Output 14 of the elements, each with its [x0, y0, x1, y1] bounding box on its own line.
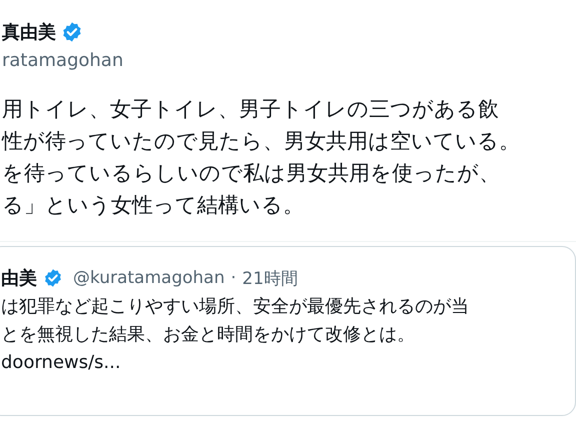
quoted-tweet-card[interactable]: 由美 @kuratamagohan · 21時間 は犯罪など起こりやすい場所、安全が最優先されるのが当 とを無視した結果、お金と時間をかけて改修とは。 doornews/s...: [0, 246, 576, 416]
quoted-text-line: とを無視した結果、お金と時間をかけて改修とは。: [1, 323, 415, 347]
tweet-text-line: る」という女性って結構いる。: [2, 192, 305, 219]
post-time: 21時間: [242, 268, 298, 290]
tweet-text-line: を待っているらしいので私は男女共用を使ったが、: [2, 160, 501, 187]
quoted-author-handle: @kuratamagohan: [73, 268, 225, 288]
tweet-text-line: 用トイレ、女子トイレ、男子トイレの三つがある飲: [2, 96, 500, 123]
quoted-author-name: 由美: [1, 267, 37, 290]
author-name[interactable]: 真由美: [2, 20, 56, 44]
quoted-link[interactable]: doornews/s...: [1, 349, 121, 377]
quoted-text-line: は犯罪など起こりやすい場所、安全が最優先されるのが当: [1, 295, 469, 319]
author-handle[interactable]: ratamagohan: [2, 50, 576, 71]
separator: ·: [230, 268, 236, 288]
tweet-text-line: 性が待っていたので見たら、男女共用は空いている。: [2, 128, 521, 155]
